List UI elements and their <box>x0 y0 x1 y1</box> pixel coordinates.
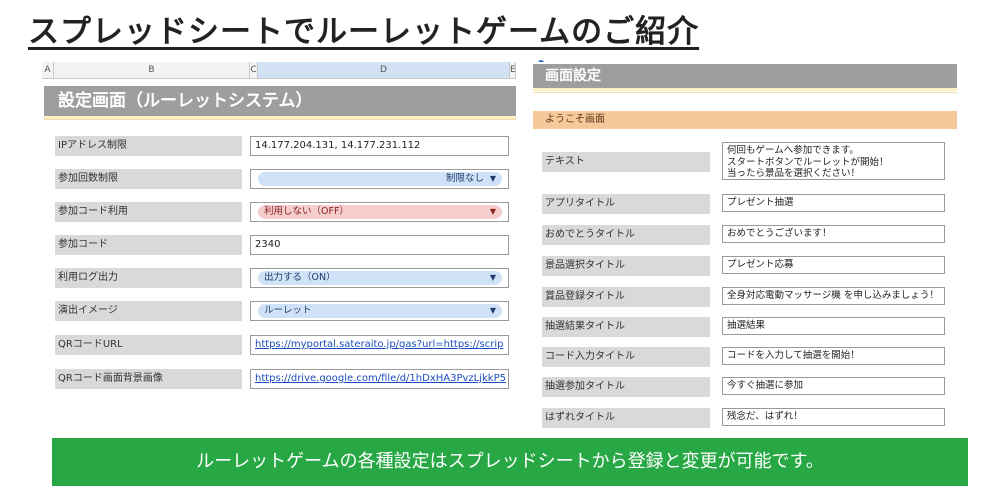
setting-row-code-usage: 参加コード利用 利用しない（OFF） ▼ <box>42 202 516 224</box>
dropdown-chip[interactable]: ルーレット ▼ <box>258 304 502 318</box>
screen-label: おめでとうタイトル <box>542 225 710 245</box>
setting-row-effect: 演出イメージ ルーレット ▼ <box>42 301 516 323</box>
banner-stripe-thin <box>533 92 957 93</box>
column-header-a[interactable]: A <box>42 62 54 78</box>
dropdown-chip[interactable]: 制限なし ▼ <box>258 172 502 186</box>
participation-limit-dropdown[interactable]: 制限なし ▼ <box>250 169 509 189</box>
dropdown-value: ルーレット <box>264 305 312 316</box>
text-line: 当ったら景品を選択ください！ <box>727 168 861 179</box>
dropdown-chip[interactable]: 出力する（ON） ▼ <box>258 271 502 285</box>
setting-row-ip: IPアドレス制限 14.177.204.131, 14.177.231.112 <box>42 136 516 158</box>
dropdown-value: 利用しない（OFF） <box>264 206 349 217</box>
banner-stripe-thin <box>44 119 516 120</box>
setting-label: 参加コード <box>55 235 242 255</box>
app-title-cell[interactable]: プレゼント抽選 <box>722 194 945 212</box>
text-line: 何回もゲームへ参加できます。 <box>727 145 859 156</box>
column-header-bar: A B C D E <box>42 62 516 79</box>
prize-select-title-cell[interactable]: プレゼント応募 <box>722 256 945 274</box>
screen-label: はずれタイトル <box>542 408 710 428</box>
screen-label: 景品選択タイトル <box>542 256 710 276</box>
dropdown-value: 出力する（ON） <box>264 272 336 283</box>
prize-register-title-cell[interactable]: 全身対応電動マッサージ機 を申し込みましょう！ <box>722 287 945 305</box>
dropdown-value: 制限なし <box>445 173 484 184</box>
setting-label: 参加コード利用 <box>55 202 242 222</box>
welcome-text-cell[interactable]: 何回もゲームへ参加できます。 スタートボタンでルーレットが開始！ 当ったら景品を… <box>722 142 945 180</box>
join-title-cell[interactable]: 今すぐ抽選に参加 <box>722 377 945 395</box>
effect-image-dropdown[interactable]: ルーレット ▼ <box>250 301 509 321</box>
footer-banner: ルーレットゲームの各種設定はスプレッドシートから登録と変更が可能です。 <box>52 438 968 486</box>
screen-label: テキスト <box>542 152 710 172</box>
setting-row-qr-bg: QRコード画面背景画像 https://drive.google.com/fil… <box>42 369 516 391</box>
column-header-d[interactable]: D <box>258 62 510 78</box>
screen-settings-sheet: 画面設定 ようこそ画面 テキスト 何回もゲームへ参加できます。 スタートボタンで… <box>533 62 957 430</box>
column-header-b[interactable]: B <box>54 62 250 78</box>
text-line: スタートボタンでルーレットが開始！ <box>727 156 889 168</box>
dropdown-caret-icon: ▼ <box>489 207 496 216</box>
screen-label: アプリタイトル <box>542 194 710 214</box>
ip-restriction-cell[interactable]: 14.177.204.131, 14.177.231.112 <box>250 136 509 156</box>
screen-label: 賞品登録タイトル <box>542 287 710 307</box>
setting-label: QRコード画面背景画像 <box>55 369 242 389</box>
setting-row-code: 参加コード 2340 <box>42 235 516 257</box>
dropdown-caret-icon: ▼ <box>489 273 496 282</box>
section-welcome: ようこそ画面 <box>533 111 957 129</box>
dropdown-chip[interactable]: 利用しない（OFF） ▼ <box>258 205 502 219</box>
setting-row-qr-url: QRコードURL https://myportal.sateraito.jp/g… <box>42 335 516 357</box>
screen-label: コード入力タイトル <box>542 347 710 367</box>
congrats-title-cell[interactable]: おめでとうございます！ <box>722 225 945 243</box>
setting-label: QRコードURL <box>55 335 242 355</box>
column-header-c[interactable]: C <box>250 62 258 78</box>
code-input-title-cell[interactable]: コードを入力して抽選を開始！ <box>722 347 945 365</box>
settings-banner: 設定画面（ルーレットシステム） <box>44 86 516 116</box>
participation-code-cell[interactable]: 2340 <box>250 235 509 255</box>
screen-label: 抽選参加タイトル <box>542 377 710 397</box>
setting-row-participation-limit: 参加回数制限 制限なし ▼ <box>42 169 516 191</box>
screen-settings-banner: 画面設定 <box>533 64 957 88</box>
banner-stripe <box>533 88 957 91</box>
screen-label: 抽選結果タイトル <box>542 317 710 337</box>
dropdown-caret-icon: ▼ <box>489 174 496 183</box>
qr-url-link[interactable]: https://myportal.sateraito.jp/gas?url=ht… <box>250 335 509 355</box>
log-output-dropdown[interactable]: 出力する（ON） ▼ <box>250 268 509 288</box>
code-usage-dropdown[interactable]: 利用しない（OFF） ▼ <box>250 202 509 222</box>
miss-title-cell[interactable]: 残念だ、はずれ！ <box>722 408 945 426</box>
setting-row-log: 利用ログ出力 出力する（ON） ▼ <box>42 268 516 290</box>
result-title-cell[interactable]: 抽選結果 <box>722 317 945 335</box>
page-title: スプレッドシートでルーレットゲームのご紹介 <box>28 14 700 50</box>
setting-label: 演出イメージ <box>55 301 242 321</box>
dropdown-caret-icon: ▼ <box>489 306 496 315</box>
column-header-e[interactable]: E <box>510 62 516 78</box>
setting-label: 参加回数制限 <box>55 169 242 189</box>
settings-sheet: A B C D E 設定画面（ルーレットシステム） IPアドレス制限 14.17… <box>42 62 516 426</box>
setting-label: IPアドレス制限 <box>55 136 242 156</box>
setting-label: 利用ログ出力 <box>55 268 242 288</box>
qr-background-link[interactable]: https://drive.google.com/file/d/1hDxHA3P… <box>250 369 509 389</box>
